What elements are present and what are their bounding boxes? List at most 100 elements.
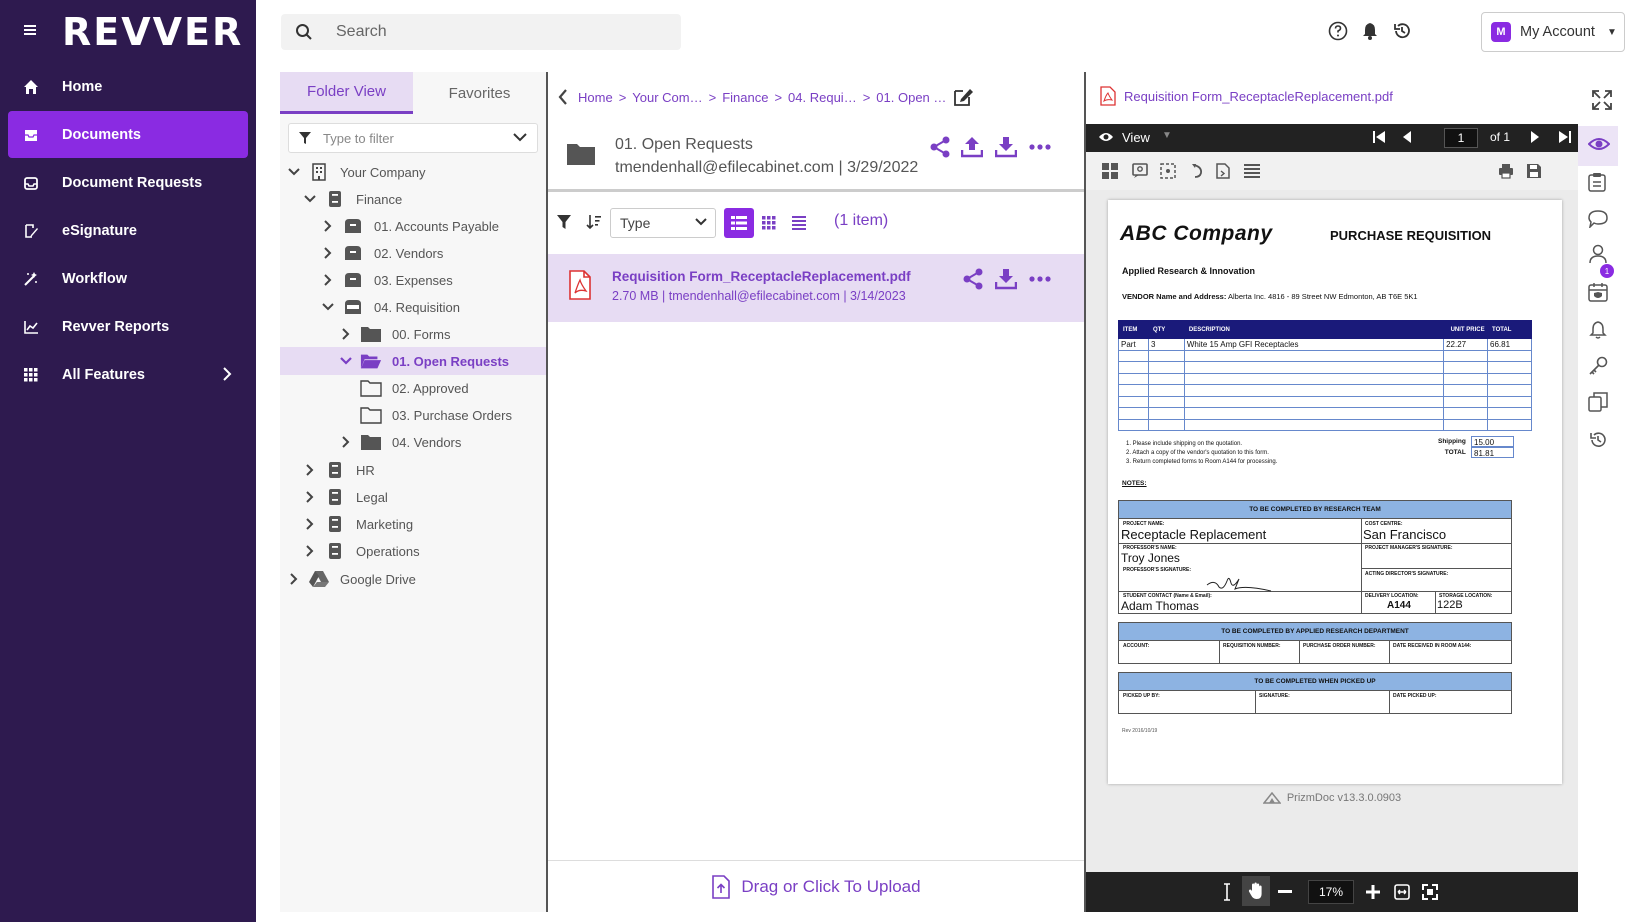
- nav-workflow[interactable]: Workflow: [8, 255, 248, 302]
- bell-outline-icon[interactable]: [1588, 320, 1608, 340]
- first-page-icon[interactable]: [1372, 130, 1386, 144]
- chevron-down-icon[interactable]: [340, 355, 352, 367]
- breadcrumb-item[interactable]: 01. Open …: [876, 90, 946, 105]
- share-icon[interactable]: [929, 136, 953, 160]
- calendar-shield-icon[interactable]: [1588, 282, 1608, 302]
- chevron-down-icon[interactable]: [322, 301, 334, 313]
- upload-icon[interactable]: [961, 136, 985, 160]
- tab-favorites[interactable]: Favorites: [413, 72, 546, 114]
- expand-viewer-icon[interactable]: [1592, 90, 1612, 110]
- upload-dropzone[interactable]: Drag or Click To Upload: [548, 860, 1084, 912]
- comment-icon[interactable]: [1588, 210, 1608, 228]
- last-page-icon[interactable]: [1558, 130, 1572, 144]
- chevron-right-icon[interactable]: [288, 573, 300, 585]
- share-icon[interactable]: [962, 268, 986, 292]
- revver-logo[interactable]: REVVER: [62, 10, 243, 54]
- filter-icon[interactable]: [556, 214, 572, 230]
- download-icon[interactable]: [995, 136, 1019, 160]
- caret-down-icon[interactable]: ▼: [1162, 130, 1172, 141]
- thumbnails-icon[interactable]: [1102, 163, 1118, 179]
- save-icon[interactable]: [1526, 163, 1542, 179]
- type-select[interactable]: Type: [610, 208, 716, 238]
- zoom-level[interactable]: 17%: [1308, 880, 1354, 904]
- tree-node-hr[interactable]: HR: [280, 456, 546, 484]
- tree-node-approved[interactable]: 02. Approved: [280, 374, 546, 402]
- chevron-right-icon[interactable]: [304, 518, 316, 530]
- tree-node-vendors[interactable]: 02. Vendors: [280, 239, 546, 267]
- copy-icon[interactable]: [1588, 392, 1608, 412]
- tree-node-purchase-orders[interactable]: 03. Purchase Orders: [280, 401, 546, 429]
- tree-node-expenses[interactable]: 03. Expenses: [280, 266, 546, 294]
- history-icon[interactable]: [1392, 21, 1412, 41]
- nav-documents[interactable]: Documents: [8, 111, 248, 158]
- chevron-right-icon[interactable]: [322, 220, 334, 232]
- next-page-icon[interactable]: [1530, 130, 1540, 144]
- zoom-out-icon[interactable]: [1278, 890, 1292, 894]
- tree-node-requisition[interactable]: 04. Requisition: [280, 293, 546, 321]
- my-account-button[interactable]: M My Account ▼: [1481, 12, 1625, 52]
- file-name[interactable]: Requisition Form_ReceptacleReplacement.p…: [612, 269, 911, 284]
- nav-home[interactable]: Home: [8, 63, 248, 110]
- fullscreen-icon[interactable]: [1422, 884, 1438, 900]
- nav-esignature[interactable]: eSignature: [8, 207, 248, 254]
- grid-view-button[interactable]: [754, 208, 784, 238]
- tree-filter-input[interactable]: [323, 124, 503, 152]
- breadcrumb-item[interactable]: 04. Requi…: [788, 90, 857, 105]
- chevron-right-icon[interactable]: [304, 545, 316, 557]
- viewer-canvas[interactable]: ABC Company PURCHASE REQUISITION Applied…: [1086, 190, 1578, 872]
- tree-node-open-requests[interactable]: 01. Open Requests: [280, 347, 546, 375]
- view-menu[interactable]: View: [1122, 130, 1150, 145]
- rotate-icon[interactable]: [1190, 163, 1204, 179]
- compact-view-button[interactable]: [784, 208, 814, 238]
- tree-node-finance[interactable]: Finance: [280, 185, 546, 213]
- chevron-right-icon[interactable]: [304, 491, 316, 503]
- chevron-left-icon[interactable]: [558, 89, 568, 105]
- preview-eye-icon[interactable]: [1588, 136, 1610, 152]
- pan-hand-icon[interactable]: [1242, 876, 1270, 906]
- chevron-right-icon[interactable]: [304, 464, 316, 476]
- page-number-input[interactable]: 1: [1444, 128, 1478, 148]
- chevron-down-icon[interactable]: [304, 193, 316, 205]
- clipboard-icon[interactable]: [1588, 172, 1606, 192]
- file-row[interactable]: Requisition Form_ReceptacleReplacement.p…: [548, 254, 1084, 322]
- chevron-down-icon[interactable]: [288, 166, 300, 178]
- tree-node-forms[interactable]: 00. Forms: [280, 320, 546, 348]
- tree-node-marketing[interactable]: Marketing: [280, 510, 546, 538]
- tree-node-your-company[interactable]: Your Company: [280, 158, 546, 186]
- bell-icon[interactable]: [1360, 21, 1380, 41]
- list-view-button[interactable]: [724, 208, 754, 238]
- breadcrumb-item[interactable]: Finance: [722, 90, 768, 105]
- tree-node-google-drive[interactable]: Google Drive: [280, 565, 546, 593]
- print-icon[interactable]: [1498, 163, 1514, 179]
- chevron-right-icon[interactable]: [340, 436, 352, 448]
- zoom-in-icon[interactable]: [1366, 885, 1380, 899]
- version-history-icon[interactable]: [1588, 430, 1608, 450]
- tree-node-vendors-folder[interactable]: 04. Vendors: [280, 428, 546, 456]
- chevron-right-icon[interactable]: [322, 247, 334, 259]
- tree-node-legal[interactable]: Legal: [280, 483, 546, 511]
- hamburger-menu-icon[interactable]: [22, 22, 42, 42]
- text-select-icon[interactable]: [1222, 883, 1232, 901]
- more-options-icon[interactable]: [1029, 268, 1053, 292]
- help-icon[interactable]: [1328, 21, 1348, 41]
- nav-revver-reports[interactable]: Revver Reports: [8, 303, 248, 350]
- chevron-down-icon[interactable]: [513, 132, 527, 142]
- user-icon[interactable]: [1588, 244, 1608, 264]
- tree-node-operations[interactable]: Operations: [280, 537, 546, 565]
- previous-page-icon[interactable]: [1402, 130, 1412, 144]
- nav-all-features[interactable]: All Features: [8, 351, 248, 398]
- breadcrumb-item[interactable]: Your Com…: [632, 90, 702, 105]
- sort-icon[interactable]: [586, 214, 602, 230]
- chevron-right-icon[interactable]: [340, 328, 352, 340]
- more-options-icon[interactable]: [1029, 136, 1053, 160]
- document-icon[interactable]: [1216, 163, 1230, 179]
- chevron-right-icon[interactable]: [322, 274, 334, 286]
- search-input[interactable]: [336, 14, 666, 50]
- breadcrumb-item[interactable]: Home: [578, 90, 613, 105]
- fit-width-icon[interactable]: [1394, 884, 1410, 900]
- key-icon[interactable]: [1588, 356, 1608, 376]
- tab-folder-view[interactable]: Folder View: [280, 72, 413, 114]
- edit-icon[interactable]: [952, 86, 974, 108]
- text-search-icon[interactable]: [1132, 163, 1148, 179]
- download-icon[interactable]: [995, 268, 1019, 292]
